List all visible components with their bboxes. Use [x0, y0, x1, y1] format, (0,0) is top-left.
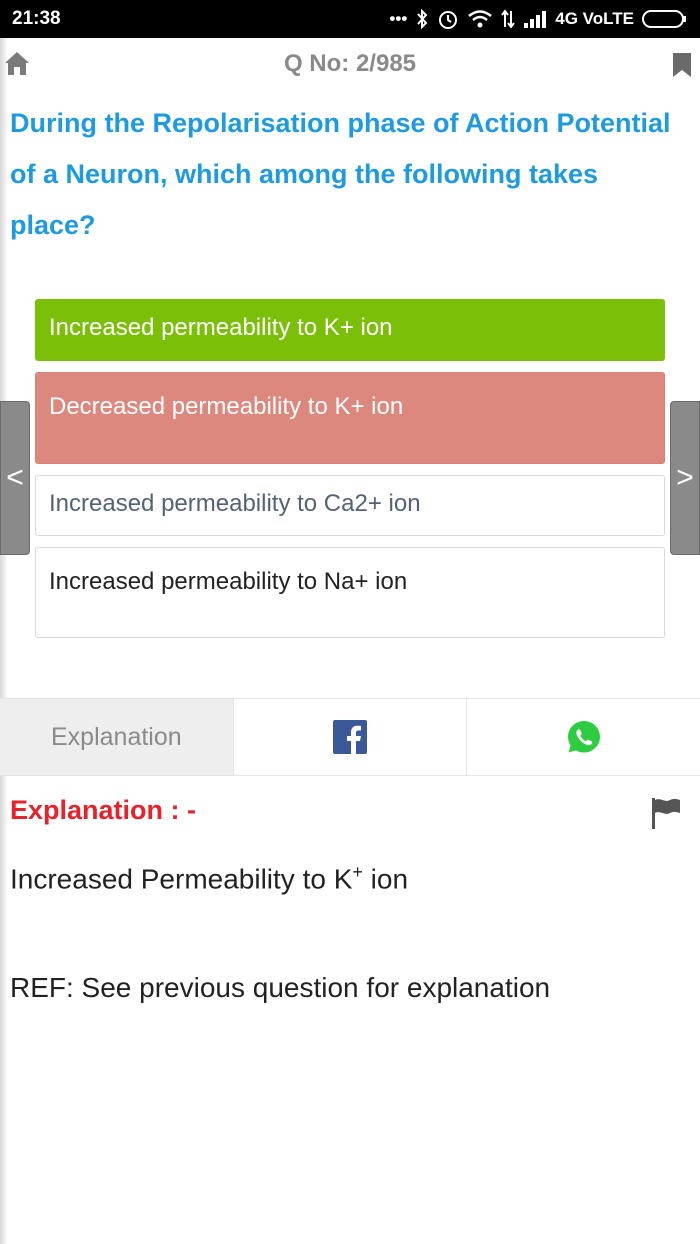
tab-explanation[interactable]: Explanation	[0, 699, 234, 775]
alarm-icon	[439, 11, 458, 29]
wifi-icon	[468, 10, 493, 28]
option-wrong[interactable]: Decreased permeability to K+ ion	[35, 372, 665, 464]
tab-whatsapp[interactable]	[467, 699, 700, 775]
options-list: Increased permeability to K+ ion Decreas…	[35, 299, 665, 649]
status-time: 21:38	[12, 8, 61, 29]
option-4[interactable]: Increased permeability to Na+ ion	[35, 547, 665, 638]
question-number: Q No: 2/985	[283, 50, 417, 77]
left-edge-shadow	[0, 38, 8, 1244]
tab-bar: Explanation	[0, 698, 700, 776]
explanation-text-end: ion	[362, 863, 409, 895]
option-correct[interactable]: Increased permeability to K+ ion	[35, 299, 665, 361]
tab-facebook[interactable]	[234, 699, 468, 775]
battery-icon	[642, 10, 686, 28]
bluetooth-icon	[417, 9, 428, 29]
question-text: During the Repolarisation phase of Actio…	[10, 108, 671, 240]
bookmark-icon[interactable]	[672, 52, 692, 78]
flag-icon[interactable]	[650, 796, 682, 830]
tab-explanation-label: Explanation	[51, 722, 182, 751]
data-transfer-icon	[501, 9, 516, 29]
next-question-button[interactable]: >	[670, 401, 700, 555]
explanation-text: Increased Permeability to K+ ion	[10, 862, 408, 895]
option-3[interactable]: Increased permeability to Ca2+ ion	[35, 475, 665, 536]
prev-question-button[interactable]: <	[0, 401, 30, 555]
header: Q No: 2/985	[0, 38, 700, 90]
explanation-heading: Explanation : -	[10, 795, 197, 825]
explanation-text-main: Increased Permeability to K	[10, 863, 353, 895]
explanation-text-superscript: +	[352, 862, 363, 882]
status-bar: 21:38 ••• 4G VoLTE	[0, 0, 700, 38]
status-icons: ••• 4G VoLTE	[389, 8, 688, 30]
facebook-icon	[333, 720, 367, 754]
explanation-reference: REF: See previous question for explanati…	[10, 972, 551, 1003]
whatsapp-icon	[567, 721, 600, 753]
network-type: 4G VoLTE	[555, 9, 634, 28]
more-dots-icon: •••	[389, 9, 408, 28]
signal-icon	[524, 11, 547, 28]
